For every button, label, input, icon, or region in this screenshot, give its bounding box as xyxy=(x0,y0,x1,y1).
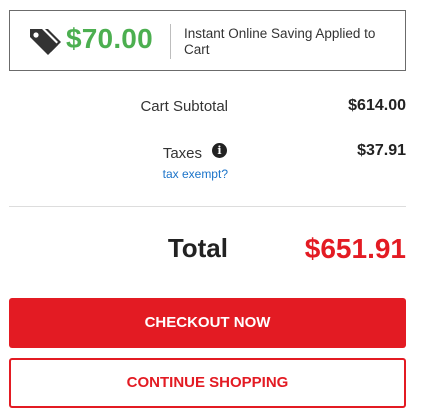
savings-divider xyxy=(170,24,171,59)
savings-description: Instant Online Saving Applied to Cart xyxy=(184,26,376,57)
summary-divider xyxy=(9,206,406,207)
price-tags-icon xyxy=(30,29,61,55)
taxes-value: $37.91 xyxy=(357,142,406,159)
instant-savings-banner: $70.00 Instant Online Saving Applied to … xyxy=(9,10,406,71)
info-icon[interactable]: i xyxy=(212,143,227,158)
continue-shopping-button[interactable]: CONTINUE SHOPPING xyxy=(9,358,406,408)
total-label: Total xyxy=(167,233,228,263)
cart-subtotal-label: Cart Subtotal xyxy=(140,98,228,115)
cart-subtotal-value: $614.00 xyxy=(348,97,406,114)
tax-exempt-link[interactable]: tax exempt? xyxy=(163,167,228,181)
savings-amount: $70.00 xyxy=(66,23,153,54)
taxes-label: Taxes xyxy=(162,145,202,162)
checkout-now-button[interactable]: CHECKOUT NOW xyxy=(9,298,406,348)
total-value: $651.91 xyxy=(304,233,406,264)
